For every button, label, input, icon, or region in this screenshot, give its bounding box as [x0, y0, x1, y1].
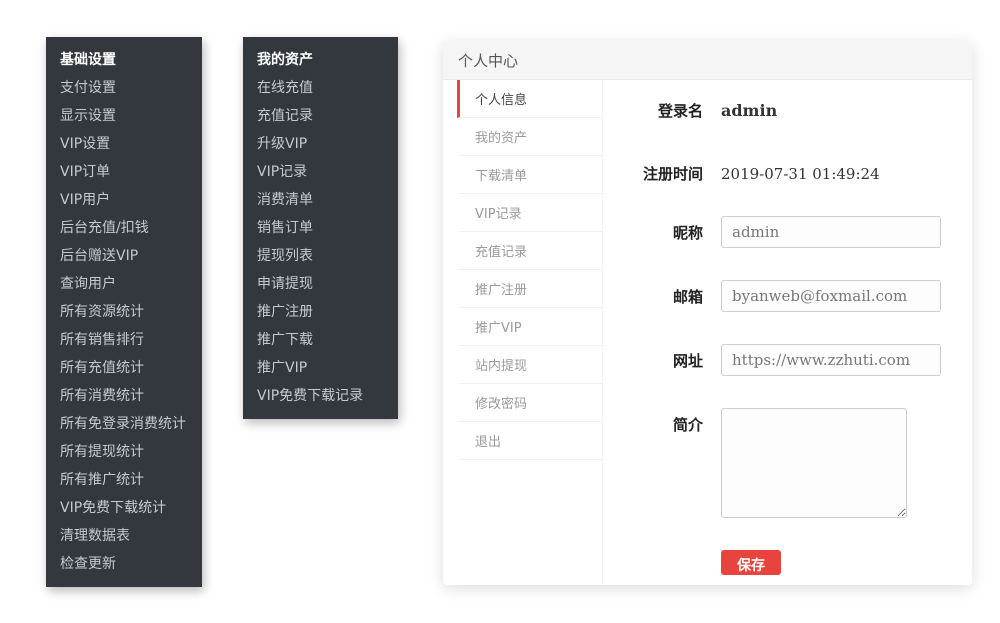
- assets-menu-item[interactable]: 推广下载: [243, 326, 398, 354]
- profile-tab[interactable]: 站内提现: [457, 346, 602, 384]
- settings-menu-item[interactable]: 所有消费统计: [46, 382, 202, 410]
- assets-menu: 我的资产在线充值充值记录升级VIPVIP记录消费清单销售订单提现列表申请提现推广…: [243, 37, 398, 419]
- panel-body: 个人信息我的资产下载清单VIP记录充值记录推广注册推广VIP站内提现修改密码退出…: [443, 80, 972, 584]
- assets-menu-item[interactable]: 我的资产: [243, 46, 398, 74]
- profile-tab[interactable]: 充值记录: [457, 232, 602, 270]
- settings-menu-item[interactable]: 所有提现统计: [46, 438, 202, 466]
- profile-tab[interactable]: 推广注册: [457, 270, 602, 308]
- panel-title: 个人中心: [443, 42, 972, 80]
- website-input[interactable]: [721, 344, 941, 376]
- assets-menu-item[interactable]: VIP记录: [243, 158, 398, 186]
- personal-center-panel: 个人中心 个人信息我的资产下载清单VIP记录充值记录推广注册推广VIP站内提现修…: [443, 42, 972, 585]
- profile-tab[interactable]: 个人信息: [457, 80, 602, 118]
- assets-menu-item[interactable]: 推广VIP: [243, 354, 398, 382]
- assets-menu-item[interactable]: 充值记录: [243, 102, 398, 130]
- settings-menu-item[interactable]: 查询用户: [46, 270, 202, 298]
- email-input[interactable]: [721, 280, 941, 312]
- reg-time-value: 2019-07-31 01:49:24: [721, 165, 880, 183]
- website-label: 网址: [603, 350, 703, 371]
- profile-tab[interactable]: 我的资产: [457, 118, 602, 156]
- settings-menu-item[interactable]: 清理数据表: [46, 522, 202, 550]
- assets-menu-item[interactable]: 销售订单: [243, 214, 398, 242]
- login-name-label: 登录名: [603, 100, 703, 121]
- profile-tab[interactable]: 修改密码: [457, 384, 602, 422]
- settings-menu-item[interactable]: 所有推广统计: [46, 466, 202, 494]
- reg-time-row: 注册时间 2019-07-31 01:49:24: [603, 163, 972, 184]
- settings-menu-item[interactable]: VIP设置: [46, 130, 202, 158]
- login-name-row: 登录名 admin: [603, 100, 972, 121]
- email-row: 邮箱: [603, 280, 972, 312]
- website-row: 网址: [603, 344, 972, 376]
- save-row: 保存: [603, 550, 972, 575]
- settings-menu-item[interactable]: 所有免登录消费统计: [46, 410, 202, 438]
- nickname-row: 昵称: [603, 216, 972, 248]
- assets-menu-item[interactable]: 申请提现: [243, 270, 398, 298]
- assets-menu-item[interactable]: 消费清单: [243, 186, 398, 214]
- settings-menu-item[interactable]: VIP免费下载统计: [46, 494, 202, 522]
- profile-tab-list: 个人信息我的资产下载清单VIP记录充值记录推广注册推广VIP站内提现修改密码退出: [443, 80, 603, 584]
- login-name-value: admin: [721, 101, 777, 120]
- settings-menu-item[interactable]: 后台充值/扣钱: [46, 214, 202, 242]
- intro-label: 简介: [603, 408, 703, 435]
- profile-tab[interactable]: 下载清单: [457, 156, 602, 194]
- profile-tab[interactable]: VIP记录: [457, 194, 602, 232]
- assets-menu-item[interactable]: 推广注册: [243, 298, 398, 326]
- settings-menu-item[interactable]: 所有销售排行: [46, 326, 202, 354]
- nickname-label: 昵称: [603, 222, 703, 243]
- nickname-input[interactable]: [721, 216, 941, 248]
- save-button[interactable]: 保存: [721, 550, 781, 575]
- email-label: 邮箱: [603, 286, 703, 307]
- reg-time-label: 注册时间: [603, 163, 703, 184]
- assets-menu-item[interactable]: VIP免费下载记录: [243, 382, 398, 410]
- profile-tab[interactable]: 退出: [457, 422, 602, 460]
- intro-row: 简介: [603, 408, 972, 518]
- settings-menu-item[interactable]: 支付设置: [46, 74, 202, 102]
- assets-menu-item[interactable]: 在线充值: [243, 74, 398, 102]
- settings-menu-item[interactable]: 后台赠送VIP: [46, 242, 202, 270]
- settings-menu-item[interactable]: 所有资源统计: [46, 298, 202, 326]
- settings-menu-item[interactable]: 显示设置: [46, 102, 202, 130]
- settings-menu-item[interactable]: VIP用户: [46, 186, 202, 214]
- assets-menu-item[interactable]: 升级VIP: [243, 130, 398, 158]
- assets-menu-item[interactable]: 提现列表: [243, 242, 398, 270]
- settings-menu-item[interactable]: VIP订单: [46, 158, 202, 186]
- settings-menu-item[interactable]: 检查更新: [46, 550, 202, 578]
- profile-form: 登录名 admin 注册时间 2019-07-31 01:49:24 昵称 邮箱…: [603, 80, 972, 584]
- settings-menu-item[interactable]: 基础设置: [46, 46, 202, 74]
- profile-tab[interactable]: 推广VIP: [457, 308, 602, 346]
- intro-textarea[interactable]: [721, 408, 907, 518]
- settings-menu: 基础设置支付设置显示设置VIP设置VIP订单VIP用户后台充值/扣钱后台赠送VI…: [46, 37, 202, 587]
- settings-menu-item[interactable]: 所有充值统计: [46, 354, 202, 382]
